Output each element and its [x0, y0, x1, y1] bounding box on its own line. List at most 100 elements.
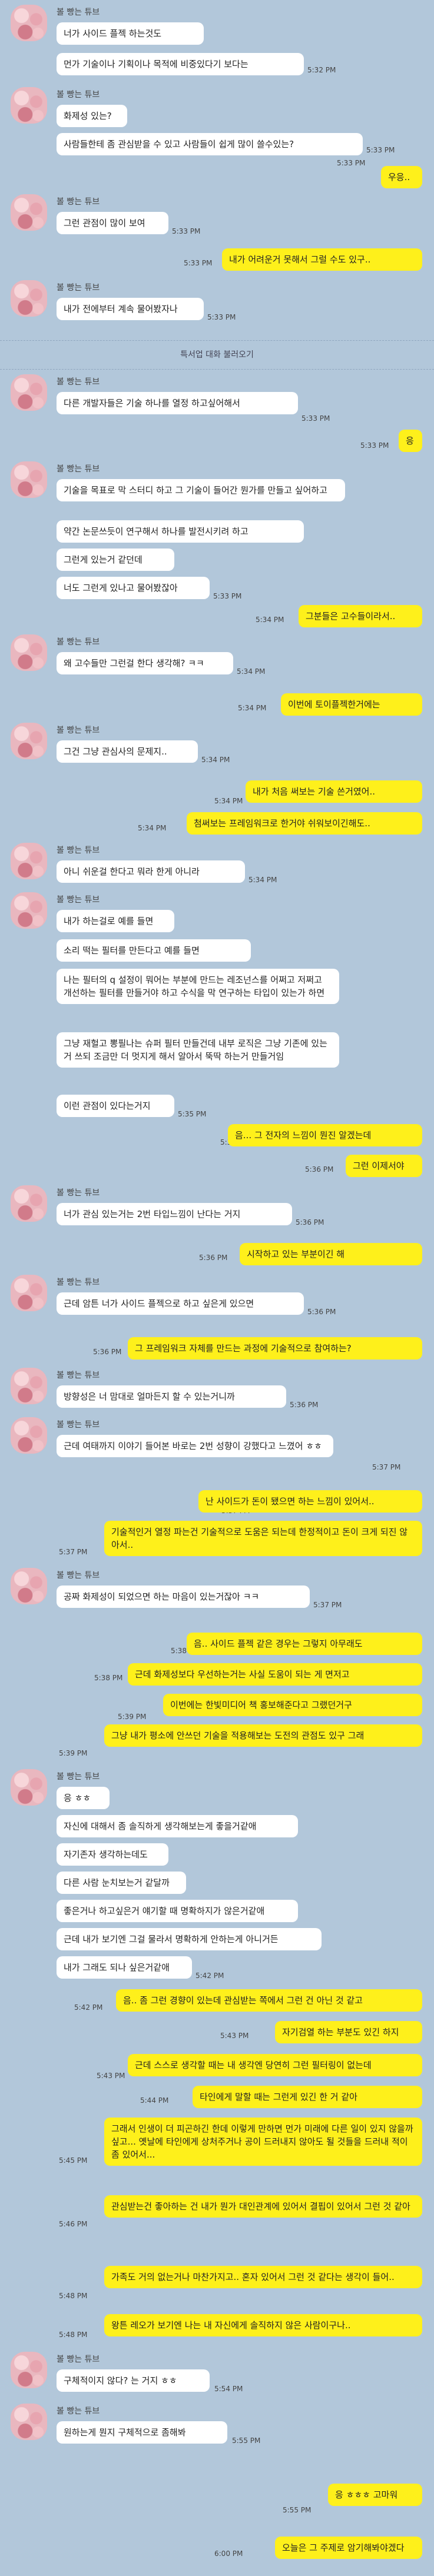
my-message-bubble: 타인에게 말할 때는 그런게 있긴 한 거 같아 — [193, 2086, 422, 2108]
avatar[interactable] — [11, 374, 47, 411]
message-time: 5:34 PM — [214, 797, 243, 805]
message-bubble: 너도 그런게 있나고 물어봤잖아 — [57, 577, 210, 599]
message-time: 5:33 PM — [302, 414, 330, 423]
message-bubble: 자신에 대해서 좀 솔직하게 생각해보는게 좋을거같애 — [57, 1815, 298, 1837]
message-time: 5:34 PM — [249, 876, 277, 884]
message-bubble: 그런 관점이 많이 보여 — [57, 212, 168, 234]
my-message-bubble: 그냥 내가 평소에 안쓰던 기술을 적용해보는 도전의 관점도 있구 그래 — [104, 1724, 422, 1747]
message-time: 5:43 PM — [97, 2072, 125, 2080]
message-time: 5:33 PM — [184, 259, 213, 267]
message-time: 5:33 PM — [360, 441, 389, 450]
message-time: 5:55 PM — [283, 2506, 312, 2514]
my-message-bubble: 가족도 거의 없는거나 마찬가지고.. 혼자 있어서 그런 것 같다는 생각이 … — [104, 2266, 422, 2288]
my-message-bubble: 응 — [399, 430, 422, 452]
message-bubble: 너가 관심 있는거는 2번 타입느낌이 난다는 거지 — [57, 1203, 292, 1225]
message-time: 5:42 PM — [196, 1972, 224, 1980]
avatar[interactable] — [11, 2352, 47, 2388]
sender-name: 볼 빵는 튜브 — [57, 1420, 100, 1430]
message-time: 5:48 PM — [59, 2331, 88, 2339]
message-bubble: 너가 사이드 플젝 하는것도 — [57, 22, 204, 45]
message-time: 5:32 PM — [307, 66, 336, 74]
message-time: 5:34 PM — [256, 616, 284, 624]
sender-name: 볼 빵는 튜브 — [57, 90, 100, 99]
message-time: 5:36 PM — [307, 1308, 336, 1316]
message-bubble: 다른 개발자들은 기술 하나를 열정 하고싶어해서 — [57, 392, 298, 414]
sender-name: 볼 빵는 튜브 — [57, 2355, 100, 2364]
message-bubble: 근데 여태까지 이야기 들어본 바로는 2번 성향이 강했다고 느꼈어 ㅎㅎ — [57, 1435, 333, 1457]
message-bubble: 그런게 있는거 같던데 — [57, 549, 174, 571]
my-message-bubble: 근데 스스로 생각할 때는 내 생각엔 당연히 그런 필터링이 없는데 — [128, 2054, 422, 2076]
message-time: 5:36 PM — [305, 1165, 334, 1174]
message-bubble: 화제성 있는? — [57, 105, 127, 127]
message-time: 5:36 PM — [199, 1254, 228, 1262]
avatar[interactable] — [11, 461, 47, 498]
avatar[interactable] — [11, 1368, 47, 1404]
my-message-bubble: 음.. 사이드 플젝 같은 경우는 그렇지 아무래도 — [187, 1633, 422, 1655]
message-time: 5:48 PM — [59, 2292, 88, 2300]
message-time: 5:36 PM — [93, 1348, 122, 1356]
message-time: 5:39 PM — [118, 1713, 147, 1721]
avatar[interactable] — [11, 843, 47, 879]
sender-name: 볼 빵는 튜브 — [57, 1571, 100, 1580]
message-bubble: 왜 고수들만 그런걸 한다 생각해? ㅋㅋ — [57, 652, 233, 674]
message-bubble: 근데 암튼 너가 사이드 플젝으로 하고 싶은게 있으면 — [57, 1292, 304, 1315]
message-bubble: 그건 그냥 관심사의 문제지.. — [57, 740, 198, 763]
avatar[interactable] — [11, 1568, 47, 1604]
my-message-bubble: 그래서 인생이 더 피곤하긴 한데 이렇게 만하면 먼가 미래에 다른 일이 있… — [104, 2118, 422, 2166]
message-time: 5:39 PM — [59, 1749, 88, 1757]
sender-name: 볼 빵는 튜브 — [57, 1188, 100, 1198]
avatar[interactable] — [11, 1275, 47, 1311]
chat-window: 볼 빵는 튜브 너가 사이드 플젝 하는것도 먼가 기술이나 기획이나 목적에 … — [0, 0, 434, 2576]
message-time: 5:37 PM — [372, 1463, 401, 1471]
sender-name: 볼 빵는 튜브 — [57, 1772, 100, 1781]
avatar[interactable] — [11, 2404, 47, 2440]
message-time: 5:44 PM — [140, 2096, 169, 2105]
my-message-bubble: 우응.. — [381, 166, 422, 188]
message-bubble: 방향성은 너 맘대로 얼마든지 할 수 있는거니까 — [57, 1385, 286, 1408]
my-message-bubble: 기술적인거 열정 파는건 기술적으로 도움은 되는데 한정적이고 돈이 크게 되… — [104, 1521, 422, 1556]
my-message-bubble: 그 프레임워크 자체를 만드는 과정에 기술적으로 참여하는? — [128, 1337, 422, 1360]
sender-name: 볼 빵는 튜브 — [57, 1371, 100, 1380]
message-bubble: 내가 그래도 되나 싶은거같애 — [57, 1956, 192, 1979]
message-time: 5:37 PM — [313, 1601, 342, 1609]
sender-name: 볼 빵는 튜브 — [57, 2407, 100, 2416]
message-bubble: 원하는게 뭔지 구체적으로 좀해봐 — [57, 2421, 227, 2444]
avatar[interactable] — [11, 1417, 47, 1454]
my-message-bubble: 왕튼 레오가 보기엔 나는 내 자신에게 솔직하지 않은 사람이구나.. — [104, 2314, 422, 2336]
message-bubble: 구체적이지 않다? 는 거지 ㅎㅎ — [57, 2369, 210, 2392]
message-bubble: 기술을 목표로 막 스터디 하고 그 기술이 들어간 뭔가를 만들고 싶어하고 — [57, 479, 345, 501]
my-message-bubble: 음.. 좀 그런 경향이 있는데 관심받는 쪽에서 그런 건 아닌 것 같고 — [116, 1989, 422, 2012]
my-message-bubble: 그분들은 고수들이라서.. — [299, 605, 422, 627]
my-message-bubble: 응 ㅎㅎㅎ 고마워 — [328, 2484, 422, 2506]
message-time: 5:35 PM — [178, 1110, 207, 1118]
avatar[interactable] — [11, 5, 47, 41]
sender-name: 볼 빵는 튜브 — [57, 8, 100, 17]
my-message-bubble: 오늘은 그 주제로 암기해봐야겠다 — [275, 2537, 422, 2559]
message-bubble: 자기존자 생각하는데도 — [57, 1843, 168, 1866]
avatar[interactable] — [11, 1769, 47, 1806]
message-bubble: 사람들한테 좀 관심받을 수 있고 사람들이 쉽게 많이 쓸수있는? — [57, 133, 363, 155]
message-time: 5:46 PM — [59, 2220, 88, 2228]
avatar[interactable] — [11, 1185, 47, 1222]
avatar[interactable] — [11, 723, 47, 759]
avatar[interactable] — [11, 892, 47, 929]
message-time: 5:36 PM — [290, 1401, 319, 1409]
message-bubble: 좋은거나 하고싶은거 얘기할 때 명확하지가 않은거같애 — [57, 1900, 298, 1922]
avatar[interactable] — [11, 634, 47, 671]
message-time: 5:33 PM — [366, 146, 395, 154]
my-message-bubble: 자기검열 하는 부분도 있긴 하지 — [275, 2021, 422, 2043]
avatar[interactable] — [11, 87, 47, 124]
avatar[interactable] — [11, 280, 47, 317]
message-time: 5:33 PM — [213, 592, 242, 600]
my-message-bubble: 내가 어려운거 못해서 그럴 수도 있구.. — [222, 248, 422, 271]
avatar[interactable] — [11, 194, 47, 231]
message-time: 5:55 PM — [232, 2437, 261, 2445]
message-time: 5:33 PM — [337, 159, 366, 167]
message-bubble: 그냥 재헐고 뽕필나는 슈퍼 필터 만들건데 내부 로직은 그냥 기존에 있는거… — [57, 1032, 339, 1068]
message-bubble: 내가 전에부터 계속 물어봤자나 — [57, 298, 204, 320]
my-message-bubble: 난 사이드가 돈이 됐으면 하는 느낌이 있어서.. — [198, 1490, 422, 1513]
message-time: 6:00 PM — [214, 2550, 243, 2558]
message-time: 5:33 PM — [172, 227, 201, 235]
message-time: 5:33 PM — [207, 313, 236, 321]
message-bubble: 다른 사람 눈치보는거 같달까 — [57, 1872, 186, 1894]
